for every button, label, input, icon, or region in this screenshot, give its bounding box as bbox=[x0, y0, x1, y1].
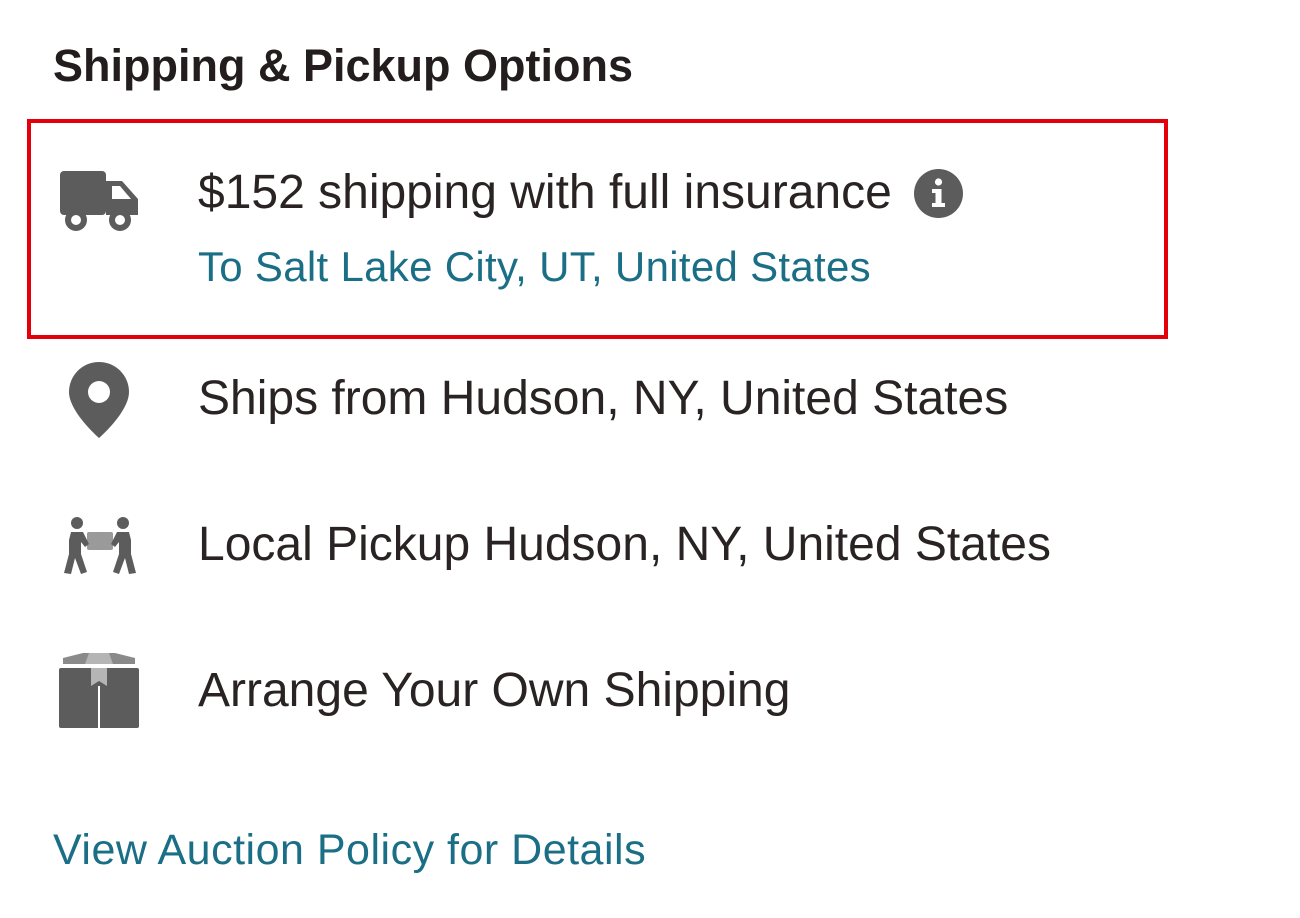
local-pickup-text: Local Pickup Hudson, NY, United States bbox=[198, 518, 1051, 571]
section-title: Shipping & Pickup Options bbox=[53, 40, 633, 91]
truck-icon bbox=[60, 171, 138, 231]
ships-from-text: Ships from Hudson, NY, United States bbox=[198, 372, 1009, 425]
shipping-destination-link[interactable]: To Salt Lake City, UT, United States bbox=[198, 240, 871, 294]
box-icon bbox=[59, 653, 139, 728]
own-shipping-text: Arrange Your Own Shipping bbox=[198, 664, 791, 717]
map-pin-icon bbox=[69, 362, 129, 438]
info-icon[interactable] bbox=[913, 168, 963, 218]
people-carry-icon bbox=[64, 517, 136, 574]
selected-shipping-highlight bbox=[27, 119, 1168, 339]
auction-policy-link[interactable]: View Auction Policy for Details bbox=[53, 822, 646, 878]
shipping-price-text: $152 shipping with full insurance bbox=[198, 166, 892, 219]
